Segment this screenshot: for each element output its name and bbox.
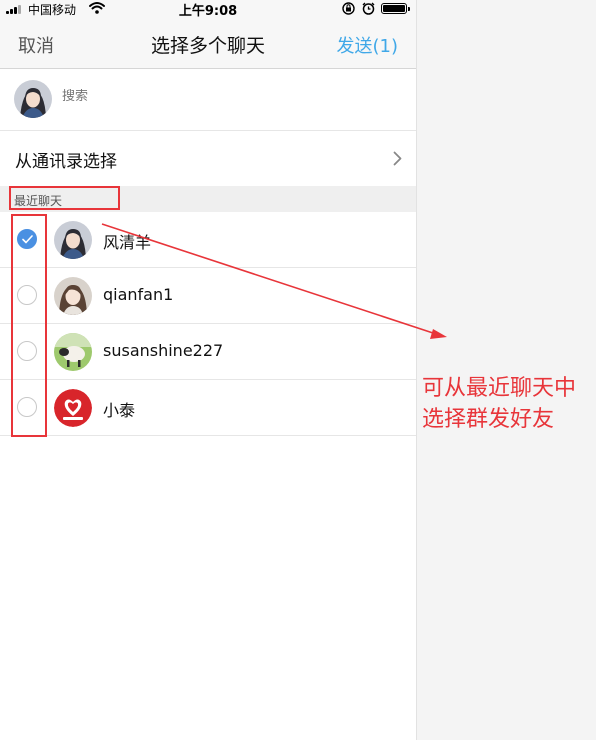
annotation-line-2: 选择群发好友 [422,407,555,432]
annotation-arrow [101,223,447,339]
annotation-line-1: 可从最近聊天中 [422,376,577,401]
annotation-text: 可从最近聊天中 选择群发好友 [422,373,594,435]
